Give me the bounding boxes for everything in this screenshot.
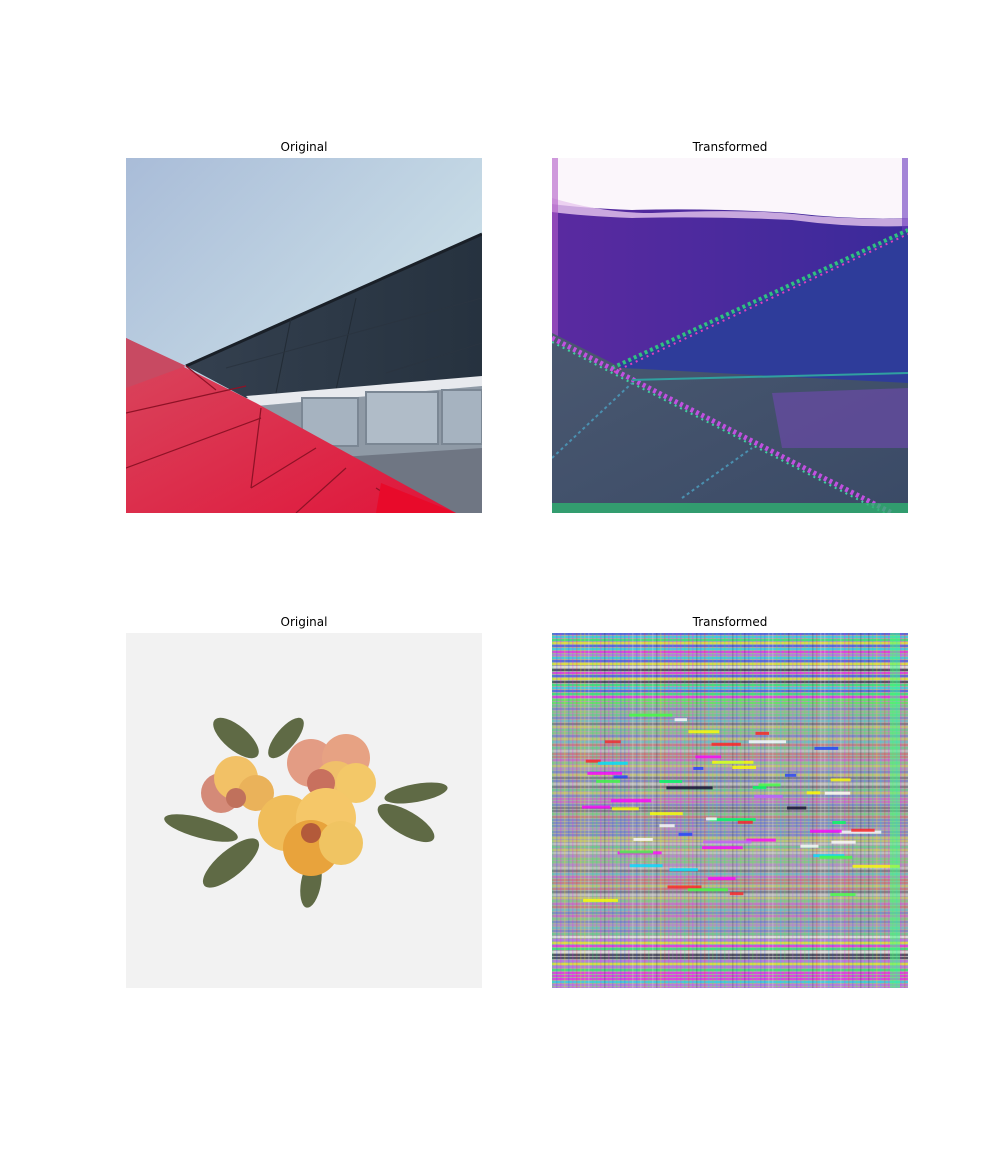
figure: { "panels": [ {"title": "Original", "ima… [0,0,1008,1152]
panel-title: Original [280,615,328,629]
architecture-image [126,158,482,513]
panel-title: Transformed [692,140,768,154]
transformed-architecture-image [552,158,908,513]
transformed-flower-image [552,633,908,988]
flower-image [126,633,482,988]
panel-title: Transformed [692,615,768,629]
panel-title: Original [280,140,328,154]
